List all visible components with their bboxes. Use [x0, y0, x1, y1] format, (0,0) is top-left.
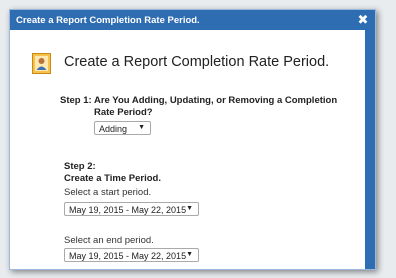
start-period-value: May 19, 2015 - May 22, 2015 — [69, 205, 187, 215]
dialog-title: Create a Report Completion Rate Period. — [16, 15, 200, 26]
step2-label: Step 2: Create a Time Period. — [64, 161, 161, 184]
chevron-down-icon: ▼ — [138, 124, 145, 131]
start-period-select[interactable]: May 19, 2015 - May 22, 2015 ▼ — [64, 202, 199, 216]
dialog-content: Create a Report Completion Rate Period. … — [10, 30, 365, 269]
step1-label: Step 1: — [60, 95, 92, 106]
dialog-scrollbar[interactable] — [365, 30, 375, 269]
step1-question: Are You Adding, Updating, or Removing a … — [94, 95, 338, 118]
end-period-label: Select an end period. — [64, 235, 154, 246]
user-report-icon — [32, 53, 51, 74]
action-select[interactable]: Adding ▼ — [94, 121, 151, 135]
close-button[interactable]: ✖ — [356, 12, 370, 28]
dialog-titlebar: Create a Report Completion Rate Period. … — [10, 10, 375, 30]
step2-label-text: Step 2: — [64, 161, 96, 172]
action-select-value: Adding — [99, 124, 128, 134]
end-period-select[interactable]: May 19, 2015 - May 22, 2015 ▼ — [64, 248, 199, 262]
chevron-down-icon: ▼ — [186, 251, 193, 258]
chevron-down-icon: ▼ — [186, 205, 193, 212]
end-period-value: May 19, 2015 - May 22, 2015 — [69, 251, 187, 261]
step2-subtitle: Create a Time Period. — [64, 172, 161, 184]
page-title: Create a Report Completion Rate Period. — [64, 54, 330, 70]
create-period-dialog: Create a Report Completion Rate Period. … — [9, 9, 376, 270]
start-period-label: Select a start period. — [64, 187, 152, 198]
